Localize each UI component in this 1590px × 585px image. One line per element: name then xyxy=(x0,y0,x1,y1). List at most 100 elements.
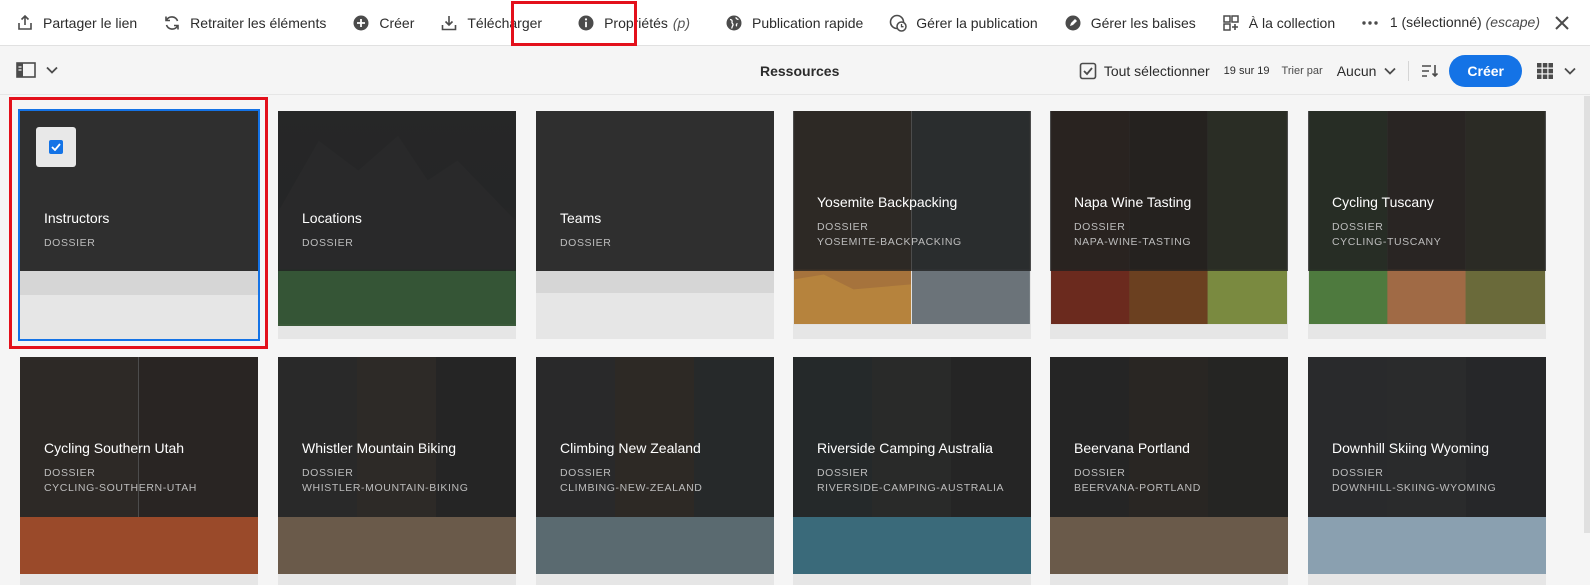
card-title: Locations xyxy=(302,210,362,226)
folder-card-yosemite-backpacking[interactable]: Yosemite Backpacking DOSSIER YOSEMITE-BA… xyxy=(793,111,1031,339)
rail-toggle-button[interactable] xyxy=(16,61,58,79)
folder-card-riverside-camping-australia[interactable]: Riverside Camping Australia DOSSIER RIVE… xyxy=(793,357,1031,585)
card-footer-strip xyxy=(536,271,774,293)
card-type: DOSSIER xyxy=(302,467,354,479)
folder-card-downhill-skiing-wyoming[interactable]: Downhill Skiing Wyoming DOSSIER DOWNHILL… xyxy=(1308,357,1546,585)
card-checkbox[interactable] xyxy=(36,127,76,167)
folder-card-whistler-mountain-biking[interactable]: Whistler Mountain Biking DOSSIER WHISTLE… xyxy=(278,357,516,585)
manage-tags-button[interactable]: Gérer les balises xyxy=(1051,0,1209,46)
share-link-button[interactable]: Partager le lien xyxy=(0,0,150,46)
card-title: Teams xyxy=(560,210,602,226)
card-title: Cycling Tuscany xyxy=(1332,194,1434,210)
asset-grid: Instructors DOSSIER Locations DOSSIER Te… xyxy=(0,96,1590,585)
manage-publication-button[interactable]: Gérer la publication xyxy=(876,0,1050,46)
folder-card-cycling-tuscany[interactable]: Cycling Tuscany DOSSIER CYCLING-TUSCANY xyxy=(1308,111,1546,339)
globe-clock-icon xyxy=(889,14,908,32)
info-icon xyxy=(577,14,595,32)
card-type: DOSSIER xyxy=(560,467,612,479)
folder-card-teams[interactable]: Teams DOSSIER xyxy=(536,111,774,339)
card-slug: CYCLING-TUSCANY xyxy=(1332,236,1442,248)
folder-card-napa-wine-tasting[interactable]: Napa Wine Tasting DOSSIER NAPA-WINE-TAST… xyxy=(1050,111,1288,339)
reprocess-label: Retraiter les éléments xyxy=(190,14,327,31)
item-count: 19 sur 19 xyxy=(1223,65,1270,77)
select-all-label: Tout sélectionner xyxy=(1103,63,1210,79)
manage-tags-label: Gérer les balises xyxy=(1090,14,1196,31)
card-title: Napa Wine Tasting xyxy=(1074,194,1192,210)
sort-order-icon xyxy=(1422,65,1439,78)
card-title: Beervana Portland xyxy=(1074,440,1190,456)
view-chevron-icon xyxy=(1564,67,1576,75)
select-all-button[interactable]: Tout sélectionner xyxy=(1079,62,1210,80)
card-slug: BEERVANA-PORTLAND xyxy=(1074,482,1201,494)
page-title: Ressources xyxy=(760,63,840,79)
card-title: Riverside Camping Australia xyxy=(817,440,993,456)
add-circle-icon xyxy=(352,14,370,32)
create-action-label: Créer xyxy=(379,14,415,31)
action-bar: Partager le lien Retraiter les éléments … xyxy=(0,0,1590,46)
sort-dropdown[interactable]: Aucun xyxy=(1337,63,1397,79)
create-button[interactable]: Créer xyxy=(1449,55,1522,87)
globe-icon xyxy=(725,14,743,32)
card-title: Climbing New Zealand xyxy=(560,440,701,456)
chevron-down-icon xyxy=(46,66,58,74)
collection-add-icon xyxy=(1222,14,1240,32)
card-type: DOSSIER xyxy=(44,237,96,249)
card-slug: CYCLING-SOUTHERN-UTAH xyxy=(44,482,197,494)
card-type: DOSSIER xyxy=(560,237,612,249)
more-icon xyxy=(1361,14,1379,32)
close-icon xyxy=(1555,16,1569,30)
to-collection-button[interactable]: À la collection xyxy=(1209,0,1348,46)
share-link-label: Partager le lien xyxy=(43,14,138,31)
quick-publish-label: Publication rapide xyxy=(752,14,864,31)
properties-label: Propriétés xyxy=(604,14,668,31)
folder-card-cycling-southern-utah[interactable]: Cycling Southern Utah DOSSIER CYCLING-SO… xyxy=(20,357,258,585)
view-switcher[interactable] xyxy=(1536,62,1576,80)
sort-chevron-icon xyxy=(1384,67,1397,75)
download-icon xyxy=(440,14,458,32)
folder-card-locations[interactable]: Locations DOSSIER xyxy=(278,111,516,339)
properties-button[interactable]: Propriétés (p) xyxy=(555,0,712,46)
card-title: Whistler Mountain Biking xyxy=(302,440,457,456)
reprocess-assets-button[interactable]: Retraiter les éléments xyxy=(150,0,339,46)
card-slug: CLIMBING-NEW-ZEALAND xyxy=(560,482,703,494)
card-type: DOSSIER xyxy=(44,467,96,479)
grid-view-icon xyxy=(1537,63,1553,79)
card-type: DOSSIER xyxy=(1074,467,1126,479)
create-action-button[interactable]: Créer xyxy=(339,0,427,46)
close-selection-button[interactable] xyxy=(1552,13,1572,33)
folder-card-climbing-new-zealand[interactable]: Climbing New Zealand DOSSIER CLIMBING-NE… xyxy=(536,357,774,585)
manage-publication-label: Gérer la publication xyxy=(916,14,1038,31)
card-type: DOSSIER xyxy=(302,237,354,249)
toolbar-right: Tout sélectionner 19 sur 19 Trier par Au… xyxy=(1079,55,1576,87)
card-title: Downhill Skiing Wyoming xyxy=(1332,440,1490,456)
selection-escape-hint: (escape) xyxy=(1485,14,1540,30)
selection-count: 1 (sélectionné) (escape) xyxy=(1390,14,1540,30)
sort-direction-button[interactable] xyxy=(1421,63,1439,79)
card-slug: WHISTLER-MOUNTAIN-BIKING xyxy=(302,482,469,494)
card-footer-strip xyxy=(20,271,258,295)
card-title: Yosemite Backpacking xyxy=(817,194,958,210)
folder-card-instructors[interactable]: Instructors DOSSIER xyxy=(18,109,260,341)
sort-by-label: Trier par xyxy=(1281,65,1323,77)
download-button[interactable]: Télécharger xyxy=(427,0,555,46)
tag-icon xyxy=(1064,14,1082,32)
card-type: DOSSIER xyxy=(817,221,869,233)
sort-value: Aucun xyxy=(1336,63,1377,79)
checkbox-checked-icon xyxy=(49,140,63,154)
quick-publish-button[interactable]: Publication rapide xyxy=(712,0,876,46)
card-slug: NAPA-WINE-TASTING xyxy=(1074,236,1192,248)
card-slug: DOWNHILL-SKIING-WYOMING xyxy=(1332,482,1497,494)
card-title: Instructors xyxy=(44,210,110,226)
card-type: DOSSIER xyxy=(1074,221,1126,233)
card-type: DOSSIER xyxy=(1332,467,1384,479)
selection-count-label: 1 (sélectionné) xyxy=(1389,14,1482,30)
download-label: Télécharger xyxy=(467,14,543,31)
divider xyxy=(1408,61,1410,81)
folder-card-beervana-portland[interactable]: Beervana Portland DOSSIER BEERVANA-PORTL… xyxy=(1050,357,1288,585)
refresh-icon xyxy=(163,14,181,32)
content-toolbar: Ressources Tout sélectionner 19 sur 19 T… xyxy=(0,47,1590,95)
scrollbar[interactable] xyxy=(1584,96,1590,533)
card-type: DOSSIER xyxy=(1332,221,1384,233)
properties-shortcut: (p) xyxy=(672,14,690,31)
card-title: Cycling Southern Utah xyxy=(44,440,185,456)
